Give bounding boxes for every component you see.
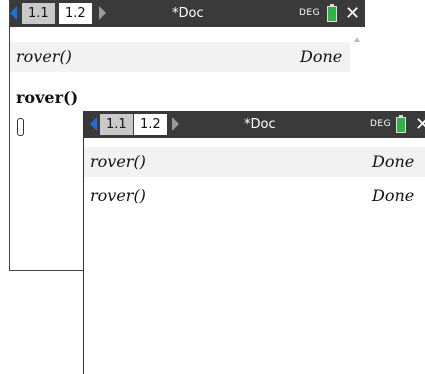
tab-bar: 1.1 1.2 *Doc DEG ✕ [84,111,425,138]
tab-bar: 1.1 1.2 *Doc DEG ✕ [10,0,365,27]
text-cursor [17,118,24,136]
history-row[interactable]: rover() Done [84,181,425,211]
close-icon[interactable]: ✕ [345,0,360,27]
document-title: *Doc [244,117,276,132]
tab-1-2[interactable]: 1.2 [134,114,167,135]
history-expression: rover() [16,47,72,66]
history-result: Done [372,152,415,171]
tab-1-1[interactable]: 1.1 [100,114,133,135]
next-page-arrow-icon[interactable] [172,117,179,131]
history-expression: rover() [90,186,146,205]
history-row[interactable]: rover() Done [84,147,425,177]
close-icon[interactable]: ✕ [415,111,425,138]
prev-page-arrow-icon[interactable] [10,6,17,20]
prev-page-arrow-icon[interactable] [90,117,97,131]
scroll-up-icon[interactable] [354,37,360,42]
battery-icon [327,4,337,22]
calculator-window-front: 1.1 1.2 *Doc DEG ✕ rover() Done rover() … [83,111,425,374]
history-result: Done [300,47,343,66]
history-row[interactable]: rover() Done [10,42,350,72]
history-result: Done [372,186,415,205]
document-title: *Doc [172,6,204,21]
angle-mode-indicator: DEG [370,119,392,129]
tab-1-2[interactable]: 1.2 [59,3,92,24]
tab-1-1[interactable]: 1.1 [22,3,55,24]
history-expression: rover() [90,152,146,171]
battery-icon [396,115,406,133]
next-page-arrow-icon[interactable] [99,6,106,20]
angle-mode-indicator: DEG [299,8,321,18]
entry-expression[interactable]: rover() [16,83,78,143]
